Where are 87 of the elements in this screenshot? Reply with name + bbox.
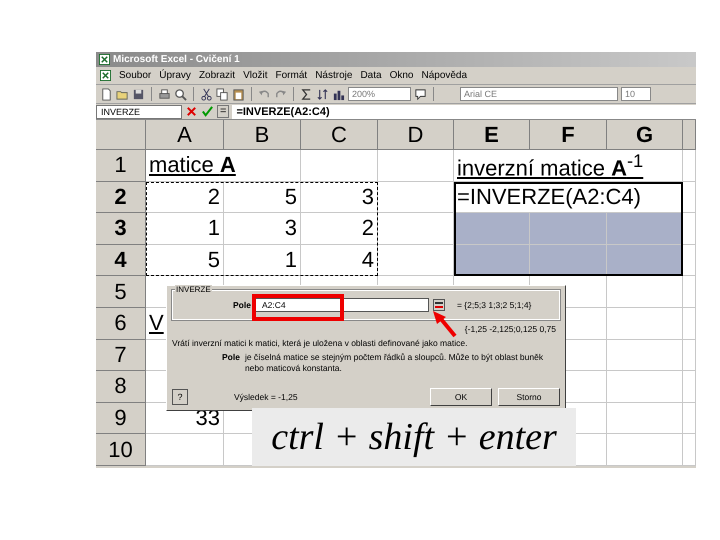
empty-cell <box>683 402 696 434</box>
spreadsheet-logo-icon[interactable] <box>100 70 111 81</box>
empty-cell <box>683 182 696 214</box>
table-cell-text: 2 <box>206 184 221 210</box>
help-icon[interactable] <box>414 88 427 100</box>
shortcut-label: ctrl + shift + enter <box>252 408 576 466</box>
argument-value: = {2;5;3 1;3;2 5;1;4} <box>456 300 532 310</box>
selected-cell[interactable] <box>607 213 683 245</box>
sort-icon[interactable] <box>316 88 329 100</box>
pointer-arrow <box>432 310 458 338</box>
function-button[interactable]: = <box>217 105 230 118</box>
function-description: Vrátí inverzní matici k matici, která je uložena v oblasti definované jako matice. <box>172 338 468 348</box>
cancel-icon[interactable] <box>185 105 198 118</box>
menu-item[interactable]: Okno <box>390 70 414 81</box>
check-icon[interactable] <box>201 105 214 118</box>
printer-icon[interactable] <box>158 88 171 100</box>
row-header[interactable]: 6 <box>96 308 146 340</box>
dialog-button[interactable]: Storno <box>498 388 560 406</box>
menu-item[interactable]: Nápověda <box>421 70 468 81</box>
menu-item[interactable]: Zobrazit <box>198 70 236 81</box>
column-header[interactable] <box>683 120 696 150</box>
table-cell-text: inverzní matice A$^{-1}$ <box>456 150 644 181</box>
column-header[interactable]: D <box>378 120 454 150</box>
formula-field[interactable]: =INVERZE(A2:C4) <box>232 104 696 118</box>
column-header[interactable]: B <box>224 120 301 150</box>
collapse-icon[interactable] <box>432 299 445 311</box>
spreadsheet-logo-icon <box>99 54 110 65</box>
table-cell-text: 4 <box>360 247 375 274</box>
dialog-button[interactable]: OK <box>430 388 492 406</box>
table-cell-text: 5 <box>206 247 221 274</box>
empty-cell <box>683 340 696 372</box>
argument-label: Pole <box>233 300 251 310</box>
menu-item[interactable]: Úpravy <box>159 70 191 81</box>
result-preview: {-1,25 -2,125;0,125 0,75 <box>464 324 556 334</box>
table-cell-text: 2 <box>360 215 375 242</box>
scissors-icon[interactable] <box>200 88 213 100</box>
empty-cell <box>683 371 696 403</box>
column-header[interactable]: A <box>146 120 224 150</box>
name-box[interactable]: INVERZE <box>96 104 182 118</box>
zoom-dropdown[interactable]: 200% <box>348 87 411 101</box>
column-header[interactable]: E <box>454 120 530 150</box>
input-field[interactable]: A2:C4 <box>254 298 429 312</box>
copy-icon[interactable] <box>216 88 229 100</box>
table-cell-text: 3 <box>360 184 375 210</box>
empty-cell <box>683 213 696 245</box>
font-size-dropdown[interactable]: 10 <box>621 87 651 101</box>
row-header[interactable]: 9 <box>96 402 146 434</box>
selected-cell[interactable] <box>454 213 530 245</box>
menu-item[interactable]: Soubor <box>119 70 152 81</box>
help-button[interactable]: ? <box>172 389 188 405</box>
empty-cell <box>683 244 696 276</box>
table-cell-text: matice A <box>148 152 237 178</box>
table-cell-text: 3 <box>284 215 298 242</box>
group-label: INVERZE <box>175 285 212 294</box>
clipboard-icon[interactable] <box>232 88 245 100</box>
new-document-icon[interactable] <box>100 88 113 100</box>
column-header[interactable]: G <box>607 120 683 150</box>
font-dropdown[interactable]: Arial CE <box>460 87 618 101</box>
row-header[interactable]: 4 <box>96 244 146 276</box>
selected-cell[interactable] <box>530 213 607 245</box>
argument-description: je číselná matice se stejným počtem řádků a sloupců. Může to být oblast buněk nebo maticová konstanta. <box>244 352 544 374</box>
select-all-corner[interactable] <box>96 120 146 150</box>
column-header[interactable]: C <box>301 120 378 150</box>
empty-cell <box>683 276 696 308</box>
table-cell-text: 1 <box>284 247 298 274</box>
magnifier-icon[interactable] <box>174 88 187 100</box>
menu-item[interactable]: Vložit <box>243 70 268 81</box>
table-cell-text: 5 <box>284 184 298 210</box>
row-header[interactable]: 2 <box>96 182 146 214</box>
row-header[interactable]: 3 <box>96 213 146 245</box>
menu-item[interactable]: Nástroje <box>315 70 352 81</box>
menu-item[interactable]: Formát <box>276 70 308 81</box>
table-cell-text: V <box>148 310 165 336</box>
table-cell-text: 1 <box>206 215 221 242</box>
row-header[interactable]: 8 <box>96 371 146 403</box>
argument-name: Pole <box>222 352 240 364</box>
row-header[interactable]: 10 <box>96 434 146 466</box>
empty-cell <box>683 308 696 340</box>
result-text: Výsledek = -1,25 <box>234 392 299 402</box>
row-header[interactable]: 1 <box>96 150 146 182</box>
selected-cell[interactable] <box>530 244 607 276</box>
window-title: Microsoft Excel - Cvičení 1 <box>113 54 240 65</box>
row-header[interactable]: 7 <box>96 340 146 372</box>
menu-item[interactable]: Data <box>360 70 382 81</box>
row-header[interactable]: 5 <box>96 276 146 308</box>
sigma-icon[interactable] <box>300 88 313 100</box>
column-header[interactable]: F <box>530 120 607 150</box>
